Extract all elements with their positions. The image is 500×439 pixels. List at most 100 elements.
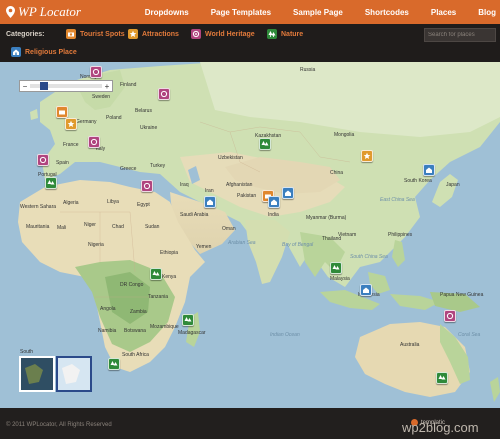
- star-icon: [128, 29, 138, 39]
- place-label: Zambia: [130, 309, 147, 315]
- nature-marker[interactable]: [45, 177, 57, 189]
- tree-icon: [438, 375, 446, 380]
- religious-place-marker[interactable]: [268, 196, 280, 208]
- sea-label: Coral Sea: [458, 332, 481, 338]
- zoom-slider-handle[interactable]: [40, 82, 48, 90]
- zoom-out-button[interactable]: −: [20, 82, 30, 91]
- place-label: Ethiopia: [160, 250, 179, 256]
- search-input[interactable]: [424, 28, 496, 42]
- zoom-control[interactable]: − +: [19, 80, 113, 92]
- place-label: Afghanistan: [226, 182, 253, 188]
- tree-icon: [261, 141, 269, 146]
- category-label: Religious Place: [25, 48, 77, 56]
- tourist-spot-marker[interactable]: [56, 106, 68, 118]
- map-pin-icon: [6, 6, 15, 18]
- world-heritage-marker[interactable]: [141, 180, 153, 192]
- place-label: Angola: [100, 306, 116, 312]
- nav-sample-page[interactable]: Sample Page: [293, 8, 343, 17]
- world-map[interactable]: Russia Kazakhstan Mongolia China India I…: [0, 62, 500, 408]
- world-heritage-marker[interactable]: [158, 88, 170, 100]
- tree-icon: [184, 317, 192, 322]
- religious-place-marker[interactable]: [360, 284, 372, 296]
- world-heritage-marker[interactable]: [444, 310, 456, 322]
- world-heritage-marker[interactable]: [90, 66, 102, 78]
- place-label: Tanzania: [148, 294, 169, 300]
- heritage-icon: [90, 138, 98, 146]
- map-type-satellite-thumbnail[interactable]: [19, 356, 55, 392]
- nav-page-templates[interactable]: Page Templates: [211, 8, 271, 17]
- zoom-in-button[interactable]: +: [102, 82, 112, 91]
- place-label: Germany: [76, 119, 97, 125]
- category-tourist-spots[interactable]: Tourist Spots: [66, 29, 125, 39]
- sea-label: East China Sea: [380, 197, 415, 203]
- place-label: Egypt: [137, 202, 150, 208]
- category-nature[interactable]: Nature: [267, 29, 303, 39]
- place-label: Western Sahara: [20, 204, 57, 210]
- church-icon: [207, 199, 213, 205]
- place-label: China: [330, 170, 344, 176]
- place-label: France: [63, 142, 79, 148]
- place-label: Mongolia: [334, 132, 355, 138]
- site-logo[interactable]: WP Locator: [6, 4, 81, 20]
- church-icon: [426, 167, 432, 173]
- religious-place-marker[interactable]: [282, 187, 294, 199]
- place-label: Malaysia: [330, 276, 350, 282]
- nature-marker[interactable]: [436, 372, 448, 384]
- nature-marker[interactable]: [108, 358, 120, 370]
- app-window: WP Locator Dropdowns Page Templates Samp…: [0, 0, 500, 439]
- tree-icon: [110, 361, 118, 366]
- top-navigation-bar: WP Locator Dropdowns Page Templates Samp…: [0, 0, 500, 24]
- tree-icon: [332, 265, 340, 270]
- religious-place-marker[interactable]: [204, 196, 216, 208]
- place-label: Pakistan: [237, 193, 257, 199]
- category-attractions[interactable]: Attractions: [128, 29, 179, 39]
- tree-icon: [152, 271, 160, 276]
- place-label: Chad: [112, 224, 124, 230]
- attraction-marker[interactable]: [361, 150, 373, 162]
- category-world-heritage[interactable]: World Heritage: [191, 29, 255, 39]
- attraction-marker[interactable]: [65, 118, 77, 130]
- star-icon: [363, 152, 371, 159]
- place-label: Uzbekistan: [218, 155, 243, 161]
- sea-label: Arabian Sea: [228, 240, 256, 246]
- place-label: Philippines: [388, 232, 413, 238]
- nav-blog[interactable]: Blog: [478, 8, 496, 17]
- heritage-icon: [92, 68, 100, 76]
- world-heritage-marker[interactable]: [88, 136, 100, 148]
- main-nav: Dropdowns Page Templates Sample Page Sho…: [123, 0, 496, 24]
- map-type-map-thumbnail[interactable]: [56, 356, 92, 392]
- world-heritage-marker[interactable]: [37, 154, 49, 166]
- place-label: Mozambique: [150, 324, 179, 330]
- place-label: Ukraine: [140, 125, 158, 131]
- religious-place-marker[interactable]: [423, 164, 435, 176]
- nav-dropdowns[interactable]: Dropdowns: [145, 8, 189, 17]
- church-icon: [285, 190, 291, 196]
- nav-places[interactable]: Places: [431, 8, 456, 17]
- nature-marker[interactable]: [150, 268, 162, 280]
- logo-text: WP Locator: [18, 4, 81, 19]
- heritage-icon: [160, 90, 168, 98]
- nature-marker[interactable]: [330, 262, 342, 274]
- nav-shortcodes[interactable]: Shortcodes: [365, 8, 409, 17]
- church-icon: [271, 199, 277, 205]
- satellite-preview-icon: [21, 358, 53, 390]
- place-label: Belarus: [135, 108, 152, 114]
- star-icon: [67, 120, 75, 127]
- category-label: World Heritage: [205, 30, 255, 38]
- place-label: South Korea: [404, 178, 432, 184]
- place-label: Yemen: [196, 244, 212, 250]
- nature-marker[interactable]: [182, 314, 194, 326]
- tree-icon: [47, 180, 55, 185]
- place-label: DR Congo: [120, 282, 144, 288]
- place-label: India: [268, 212, 279, 218]
- heritage-icon: [143, 182, 151, 190]
- church-icon: [11, 47, 21, 57]
- place-label: Sweden: [92, 94, 111, 100]
- nature-marker[interactable]: [259, 138, 271, 150]
- category-religious-place[interactable]: Religious Place: [11, 47, 77, 57]
- zoom-slider[interactable]: [30, 82, 102, 90]
- map-preview-icon: [58, 358, 90, 390]
- place-label: Greece: [120, 166, 137, 172]
- thumbnail-label: South: [20, 349, 34, 355]
- place-label: Kenya: [162, 274, 177, 280]
